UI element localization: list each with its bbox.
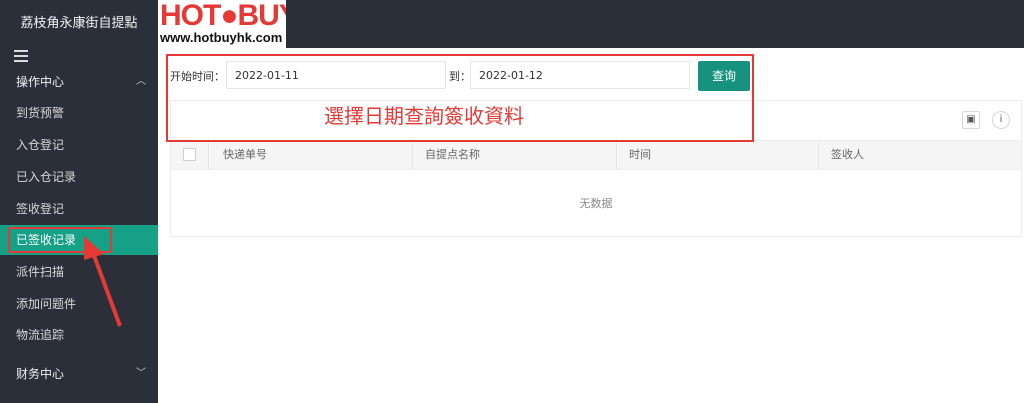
sidebar-item-warehouse-register[interactable]: 入仓登记	[0, 130, 158, 160]
sidebar: 荔枝角永康街自提點 操作中心 ︿ 到货预警 入仓登记 已入仓记录 签收登记 已签…	[0, 0, 158, 403]
logo-url-text: www.hotbuyhk.com	[160, 30, 283, 45]
select-all-checkbox[interactable]	[183, 148, 196, 161]
sidebar-item-label: 派件扫描	[16, 265, 65, 279]
table-header: 快递单号 自提点名称 时间 签收人	[170, 140, 1022, 170]
sidebar-item-label: 到货预警	[16, 106, 65, 120]
sidebar-group-label: 财务中心	[16, 367, 65, 381]
sidebar-item-logistics-tracking[interactable]: 物流追踪	[0, 320, 158, 350]
top-bar	[158, 0, 1024, 48]
chevron-down-icon: ﹀	[136, 368, 146, 379]
sidebar-item-arrival-alert[interactable]: 到货预警	[0, 98, 158, 128]
column-header-signer[interactable]: 签收人	[819, 141, 1021, 169]
empty-state-text: 无数据	[579, 197, 613, 210]
select-all-cell	[171, 141, 209, 169]
sidebar-title: 荔枝角永康街自提點	[20, 16, 138, 31]
logo-main-text: HOT●BUY	[160, 0, 286, 32]
info-icon[interactable]: i	[992, 111, 1010, 129]
chevron-up-icon: ︿	[136, 76, 146, 87]
sidebar-item-label: 入仓登记	[16, 138, 65, 152]
sidebar-item-label: 已入仓记录	[16, 170, 77, 184]
column-header-pickup-point[interactable]: 自提点名称	[413, 141, 617, 169]
print-icon[interactable]: ▣	[962, 111, 980, 129]
sidebar-item-label: 签收登记	[16, 202, 65, 216]
column-header-tracking-no[interactable]: 快递单号	[209, 141, 413, 169]
sidebar-group-label: 操作中心	[16, 75, 65, 89]
sidebar-item-dispatch-scan[interactable]: 派件扫描	[0, 257, 158, 287]
hotbuy-logo: HOT●BUY www.hotbuyhk.com	[158, 0, 286, 48]
sidebar-item-label: 物流追踪	[16, 328, 65, 342]
highlight-box-signed-records	[8, 227, 112, 253]
menu-toggle-icon[interactable]	[14, 50, 28, 62]
sidebar-item-label: 添加问题件	[16, 297, 77, 311]
sidebar-group-operations[interactable]: 操作中心 ︿	[0, 68, 158, 96]
annotation-text: 選擇日期查詢簽收資料	[324, 104, 524, 128]
sidebar-item-warehoused-records[interactable]: 已入仓记录	[0, 162, 158, 192]
column-header-time[interactable]: 时间	[617, 141, 819, 169]
sidebar-group-finance[interactable]: 财务中心 ﹀	[0, 360, 158, 388]
sidebar-item-sign-register[interactable]: 签收登记	[0, 194, 158, 224]
sidebar-item-add-issue[interactable]: 添加问题件	[0, 289, 158, 319]
table-body: 无数据	[170, 170, 1022, 237]
